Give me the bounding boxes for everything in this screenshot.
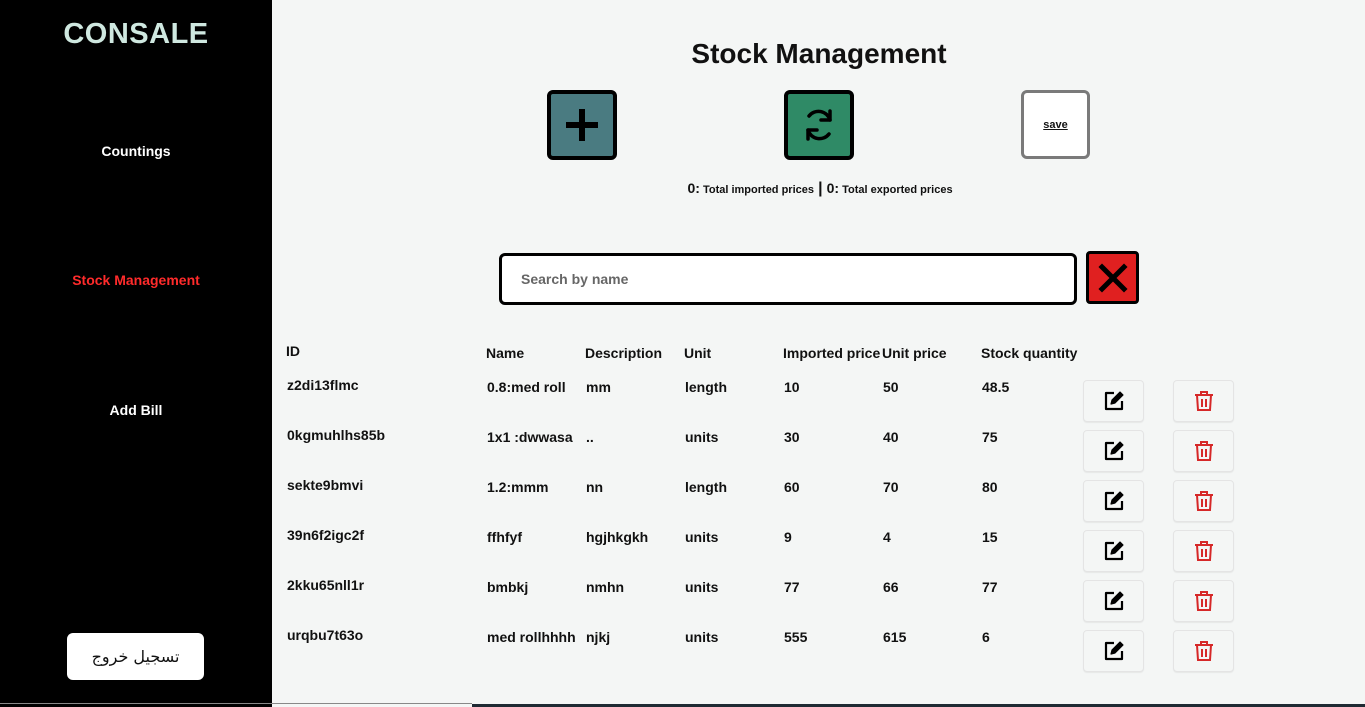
cell-unit: length [685, 379, 727, 395]
total-imported-value: 0: [687, 180, 700, 196]
edit-button[interactable] [1083, 430, 1144, 472]
cell-unit: units [685, 629, 719, 645]
save-button-label: save [1043, 118, 1068, 131]
cell-imported-price: 555 [784, 629, 808, 645]
cell-id: urqbu7t63o [287, 627, 364, 643]
cell-imported-price: 77 [784, 579, 800, 595]
cell-unit-price: 40 [883, 429, 899, 445]
cell-imported-price: 10 [784, 379, 800, 395]
column-header-description: Description [585, 345, 663, 361]
divider [0, 703, 472, 704]
refresh-icon [806, 109, 832, 141]
cell-unit-price: 4 [883, 529, 891, 545]
column-header-unit: Unit [684, 345, 712, 361]
cell-name: ffhfyf [487, 529, 522, 545]
cell-stock-quantity: 77 [982, 579, 998, 595]
cell-stock-quantity: 6 [982, 629, 990, 645]
total-exported-value: 0: [826, 180, 840, 196]
edit-icon [1104, 541, 1124, 561]
cell-stock-quantity: 80 [982, 479, 998, 495]
cell-id: sekte9bmvi [287, 477, 364, 493]
close-icon [1097, 262, 1128, 293]
cell-unit-price: 70 [883, 479, 899, 495]
column-header-stock-quantity: Stock quantity [981, 345, 1078, 361]
cell-imported-price: 30 [784, 429, 800, 445]
cell-imported-price: 9 [784, 529, 792, 545]
delete-button[interactable] [1173, 530, 1234, 572]
trash-icon [1194, 491, 1213, 511]
add-item-button[interactable] [547, 90, 617, 160]
cell-description: hgjhkgkh [586, 529, 649, 545]
cell-unit: length [685, 479, 727, 495]
trash-icon [1194, 391, 1213, 411]
cell-unit-price: 66 [883, 579, 899, 595]
delete-button[interactable] [1173, 580, 1234, 622]
cell-unit-price: 615 [883, 629, 907, 645]
delete-button[interactable] [1173, 480, 1234, 522]
column-header-imported-price: Imported price [783, 345, 881, 361]
totals-summary: 0: Total imported prices | 0: Total expo… [560, 180, 1080, 198]
column-header-id: ID [286, 343, 300, 359]
totals-separator: | [818, 180, 823, 197]
cell-unit: units [685, 429, 719, 445]
edit-icon [1104, 591, 1124, 611]
cell-imported-price: 60 [784, 479, 800, 495]
sidebar-item-add-bill[interactable]: Add Bill [0, 402, 272, 418]
cell-id: 0kgmuhlhs85b [287, 427, 386, 443]
trash-icon [1194, 441, 1213, 461]
cell-name: 1.2:mmm [487, 479, 549, 495]
cell-name: med rollhhhh [487, 629, 576, 645]
cell-id: 2kku65nll1r [287, 577, 365, 593]
clear-search-button[interactable] [1086, 251, 1139, 304]
cell-unit-price: 50 [883, 379, 899, 395]
refresh-button[interactable] [784, 90, 854, 160]
cell-name: bmbkj [487, 579, 529, 595]
sidebar-item-countings[interactable]: Countings [0, 143, 272, 159]
cell-stock-quantity: 15 [982, 529, 998, 545]
cell-description: nmhn [586, 579, 625, 595]
cell-unit: units [685, 579, 719, 595]
delete-button[interactable] [1173, 630, 1234, 672]
edit-icon [1104, 641, 1124, 661]
cell-description: .. [586, 429, 594, 445]
cell-id: z2di13flmc [287, 377, 359, 393]
edit-button[interactable] [1083, 580, 1144, 622]
save-button[interactable]: save [1021, 90, 1090, 159]
logout-button[interactable]: تسجيل خروج [67, 633, 204, 680]
trash-icon [1194, 591, 1213, 611]
column-header-unit-price: Unit price [882, 345, 947, 361]
brand-logo: CONSALE [63, 18, 209, 50]
edit-icon [1104, 391, 1124, 411]
edit-button[interactable] [1083, 380, 1144, 422]
edit-button[interactable] [1083, 530, 1144, 572]
trash-icon [1194, 541, 1213, 561]
cell-stock-quantity: 48.5 [982, 379, 1010, 395]
cell-unit: units [685, 529, 719, 545]
cell-stock-quantity: 75 [982, 429, 998, 445]
edit-button[interactable] [1083, 480, 1144, 522]
delete-button[interactable] [1173, 380, 1234, 422]
plus-icon [566, 109, 598, 141]
edit-icon [1104, 491, 1124, 511]
edit-button[interactable] [1083, 630, 1144, 672]
search-input[interactable] [499, 253, 1077, 305]
cell-description: nn [586, 479, 604, 495]
edit-icon [1104, 441, 1124, 461]
cell-description: njkj [586, 629, 611, 645]
cell-id: 39n6f2igc2f [287, 527, 365, 543]
total-exported-label: Total exported prices [842, 184, 953, 196]
delete-button[interactable] [1173, 430, 1234, 472]
cell-name: 0.8:med roll [487, 379, 566, 395]
column-header-name: Name [486, 345, 525, 361]
sidebar: CONSALE Countings Stock Management Add B… [0, 0, 272, 707]
page-title: Stock Management [691, 38, 947, 69]
cell-description: mm [586, 379, 611, 395]
cell-name: 1x1 :dwwasa [487, 429, 573, 445]
trash-icon [1194, 641, 1213, 661]
sidebar-item-stock-management[interactable]: Stock Management [0, 272, 272, 288]
total-imported-label: Total imported prices [702, 184, 814, 196]
